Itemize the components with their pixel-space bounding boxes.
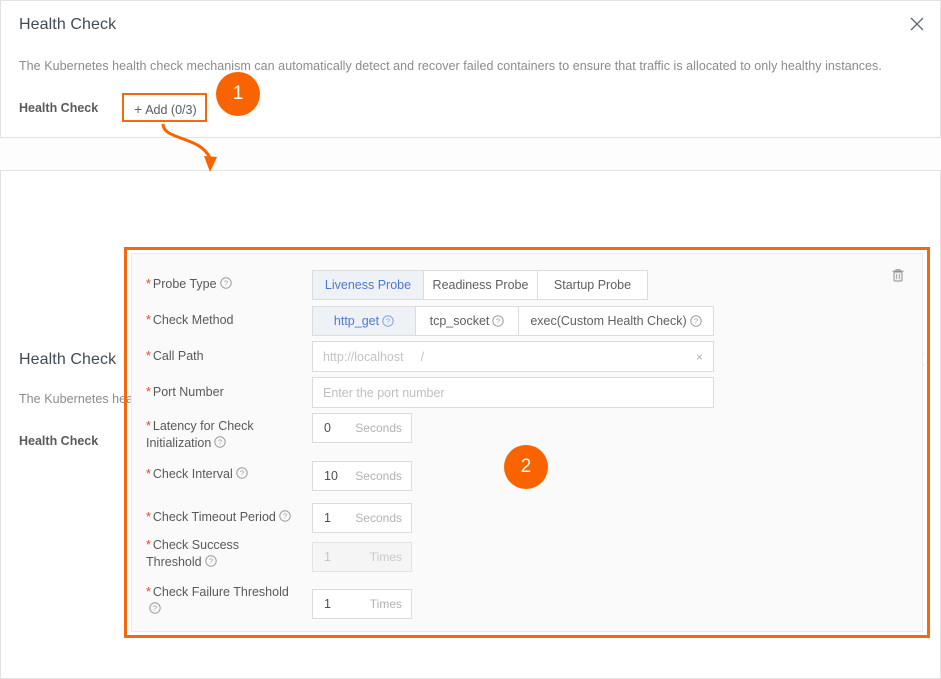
add-button-label: Add (0/3) <box>145 103 197 117</box>
callout-badge-2: 2 <box>504 445 548 489</box>
screenshot-root: Health Check The Kubernetes health check… <box>0 0 941 679</box>
panel2-health-check-label: Health Check <box>19 434 99 448</box>
help-icon[interactable]: ? <box>279 510 291 522</box>
svg-text:?: ? <box>386 317 390 326</box>
check-interval-input[interactable]: 10 Seconds <box>312 461 412 491</box>
help-icon[interactable]: ? <box>219 277 232 289</box>
svg-text:?: ? <box>153 604 157 613</box>
check-timeout-input[interactable]: 1 Seconds <box>312 503 412 533</box>
required-asterisk: * <box>146 313 151 327</box>
help-icon[interactable]: ? <box>204 555 217 567</box>
close-icon[interactable] <box>906 13 928 35</box>
callout-badge-1: 1 <box>216 72 260 116</box>
plus-icon: + <box>134 101 143 117</box>
latency-initialization-input[interactable]: 0 Seconds <box>312 413 412 443</box>
probe-type-label: * Probe Type? <box>146 276 311 293</box>
latency-initialization-label: * Latency for Check Initialization? <box>146 419 254 450</box>
check-interval-value: 10 <box>324 469 338 483</box>
help-icon[interactable]: ? <box>382 315 394 327</box>
panel1-health-check-label: Health Check <box>19 101 99 115</box>
call-path-label: * Call Path <box>146 349 204 363</box>
latency-initialization-unit: Seconds <box>355 421 402 435</box>
tab-tcp-socket[interactable]: tcp_socket? <box>416 307 519 335</box>
required-asterisk: * <box>146 419 151 433</box>
required-asterisk: * <box>146 585 151 599</box>
port-number-label: * Port Number <box>146 385 224 399</box>
health-check-dialog-collapsed: Health Check The Kubernetes health check… <box>0 0 941 138</box>
help-icon[interactable]: ? <box>689 315 702 327</box>
health-check-probe-form: * Probe Type? Liveness Probe Readiness Pr… <box>131 253 923 632</box>
call-path-input[interactable]: http://localhost / × <box>312 341 714 372</box>
failure-threshold-label: * Check Failure Threshold? <box>146 585 289 614</box>
check-timeout-value: 1 <box>324 511 331 525</box>
success-threshold-label: * Check Success Threshold? <box>146 538 240 569</box>
panel1-title: Health Check <box>19 16 117 33</box>
help-icon[interactable]: ? <box>492 315 505 327</box>
required-asterisk: * <box>146 538 151 552</box>
check-timeout-label: * Check Timeout Period? <box>146 509 311 526</box>
trash-icon[interactable] <box>890 267 906 283</box>
svg-text:?: ? <box>283 512 287 521</box>
port-number-input[interactable]: Enter the port number <box>312 377 714 408</box>
required-asterisk: * <box>146 467 151 481</box>
check-method-tabs: http_get? tcp_socket? exec(Custom Health… <box>312 306 714 336</box>
panel2-title: Health Check <box>19 351 117 368</box>
check-interval-unit: Seconds <box>355 469 402 483</box>
tab-exec-custom-health-check[interactable]: exec(Custom Health Check)? <box>519 307 713 335</box>
clear-icon[interactable]: × <box>696 350 703 364</box>
success-threshold-unit: Times <box>369 550 402 564</box>
help-icon[interactable]: ? <box>149 602 161 614</box>
add-health-check-button[interactable]: + Add (0/3) <box>134 101 197 117</box>
svg-text:?: ? <box>240 469 244 478</box>
tab-startup-probe[interactable]: Startup Probe <box>538 271 647 299</box>
help-icon[interactable]: ? <box>214 436 227 448</box>
svg-text:?: ? <box>223 279 227 288</box>
call-path-prefix: http://localhost <box>323 349 404 364</box>
success-threshold-value: 1 <box>324 550 331 564</box>
required-asterisk: * <box>146 349 151 363</box>
required-asterisk: * <box>146 277 151 291</box>
latency-initialization-value: 0 <box>324 421 331 435</box>
failure-threshold-input[interactable]: 1 Times <box>312 589 412 619</box>
required-asterisk: * <box>146 510 151 524</box>
svg-text:?: ? <box>496 317 500 326</box>
check-timeout-unit: Seconds <box>355 511 402 525</box>
svg-text:?: ? <box>694 317 698 326</box>
tab-liveness-probe[interactable]: Liveness Probe <box>313 271 424 299</box>
tab-http-get[interactable]: http_get? <box>313 307 416 335</box>
svg-text:?: ? <box>209 557 213 566</box>
call-path-placeholder: / <box>420 349 425 364</box>
svg-text:?: ? <box>218 438 222 447</box>
success-threshold-input: 1 Times <box>312 542 412 572</box>
tab-readiness-probe[interactable]: Readiness Probe <box>424 271 538 299</box>
failure-threshold-unit: Times <box>369 597 402 611</box>
check-interval-label: * Check Interval? <box>146 466 311 483</box>
help-icon[interactable]: ? <box>236 467 248 479</box>
required-asterisk: * <box>146 385 151 399</box>
failure-threshold-value: 1 <box>324 597 331 611</box>
probe-type-tabs: Liveness Probe Readiness Probe Startup P… <box>312 270 648 300</box>
panel1-description: The Kubernetes health check mechanism ca… <box>19 59 882 73</box>
port-number-placeholder: Enter the port number <box>323 385 445 400</box>
check-method-label: * Check Method <box>146 313 234 327</box>
